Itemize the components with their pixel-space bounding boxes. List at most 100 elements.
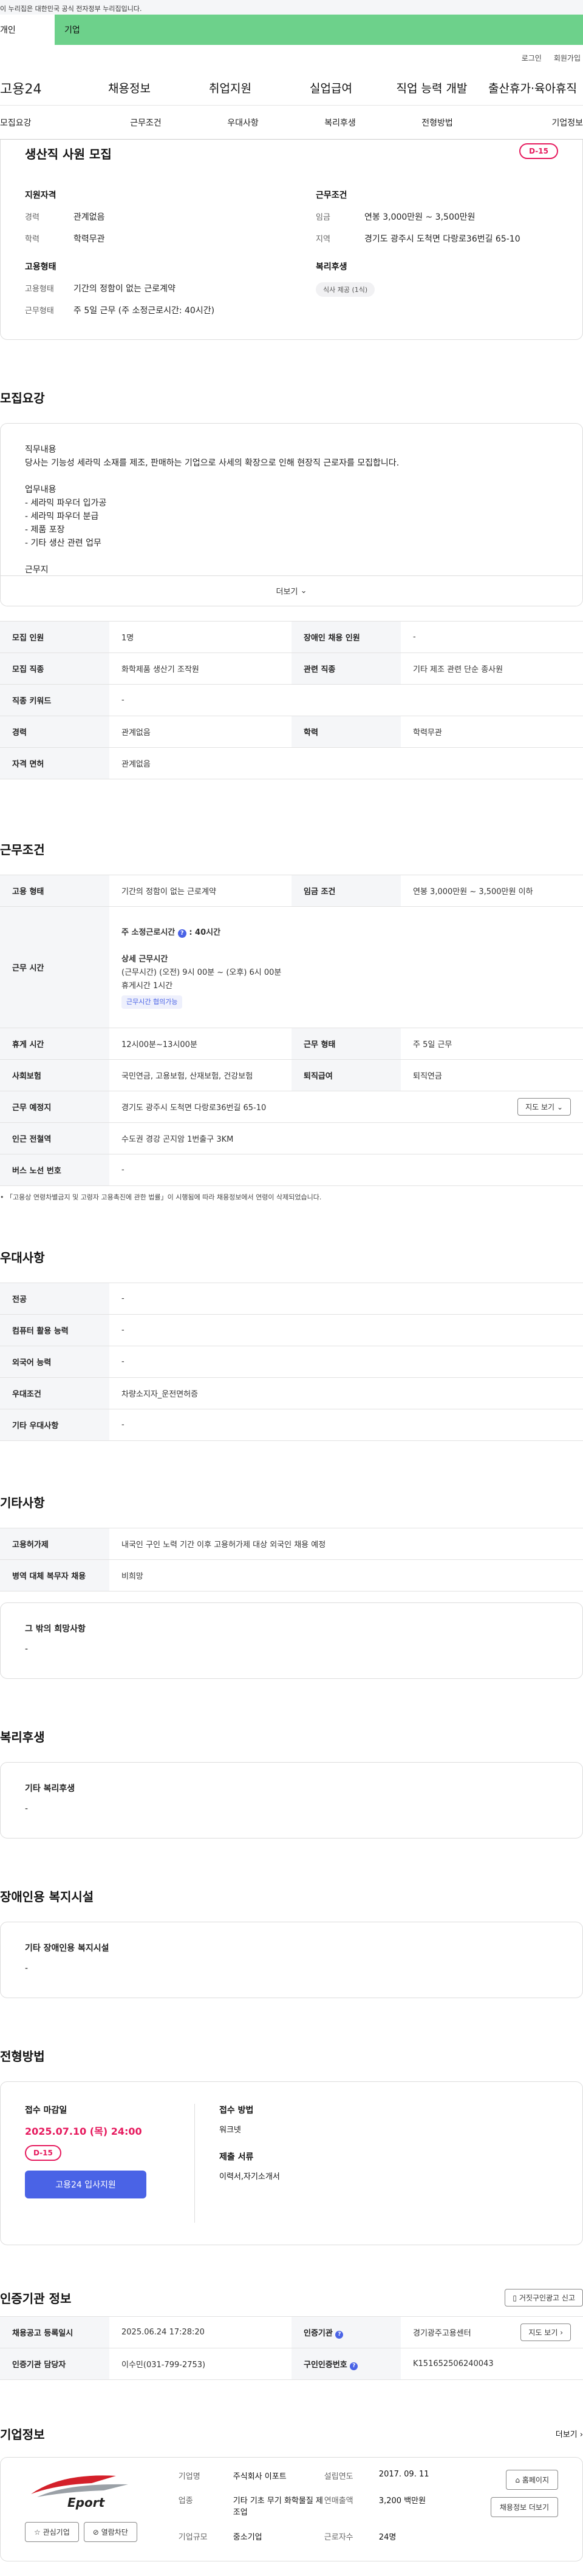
place-value: 경기도 광주시 도척면 다랑로36번길 65-10 <box>121 1103 267 1113</box>
gnb-item-leave[interactable]: 출산휴가·육아휴직 <box>482 80 583 96</box>
dday-badge: D-15 <box>519 143 558 159</box>
td: 기간의 정함이 없는 근로계약 <box>109 875 292 907</box>
th: 임금 조건 <box>292 875 401 907</box>
value: 24명 <box>378 2532 397 2542</box>
docs-value: 이력서,자기소개서 <box>219 2172 280 2181</box>
job-summary-card: 생산직 사원 모집 D-15 지원자격 경력 관계없음 학력 학력무관 고용형태 고… <box>0 140 583 340</box>
summary-employment: 고용형태 고용형태 기간의 정함이 없는 근로계약 근무형태 주 5일 근무 (주 … <box>25 260 267 316</box>
label: 연매출액 <box>324 2496 353 2506</box>
homepage-label: 홈페이지 <box>522 2476 549 2484</box>
more-jobs-button[interactable]: 채용정보 더보기 <box>490 2497 558 2517</box>
tab-conditions[interactable]: 근무조건 <box>97 117 194 129</box>
report-fake-ad-button[interactable]: ▯ 거짓구인광고 신고 <box>505 2289 583 2307</box>
table-row: 버스 노선 번호 - <box>0 1154 583 1186</box>
td: 수도권 경강 곤지암 1번출구 3KM <box>109 1122 583 1154</box>
td: K151652506240043 <box>401 2348 583 2380</box>
etc-table: 고용허가제 내국인 구인 노력 기간 이후 고용허가제 대상 외국인 채용 예정 … <box>0 1528 583 1591</box>
table-row: 경력 관계없음 학력 학력무관 <box>0 716 583 748</box>
gnb-item-jobs[interactable]: 채용정보 <box>79 80 180 96</box>
table-row: 인증기관 담당자 이수민(031-799-2753) 구인인증번호 ? K151652… <box>0 2348 583 2380</box>
table-row: 휴게 시간 12시00분~13시00분 근무 형태 주 5일 근무 <box>0 1028 583 1060</box>
login-link[interactable]: 로그인 <box>522 53 542 63</box>
detail-hours-title: 상세 근무시간 <box>121 954 168 964</box>
pref-title: 우대사항 <box>0 1250 45 1265</box>
welfare-title: 복리후생 <box>0 1730 45 1744</box>
td: 퇴직연금 <box>401 1059 583 1091</box>
desc-line: 근무지 <box>25 565 49 575</box>
table-row: 직종 키워드 - <box>0 684 583 716</box>
gov-notice-text: 이 누리집은 대한민국 공식 전자정부 누리집입니다. <box>0 5 142 13</box>
tab-company[interactable]: 기업정보 <box>486 117 583 129</box>
th: 인증기관 담당자 <box>0 2348 109 2380</box>
block-button[interactable]: ⊘ 열람차단 <box>83 2522 137 2542</box>
box-value: - <box>25 1644 29 1654</box>
map-button[interactable]: 지도 보기 › <box>520 2323 571 2341</box>
apply-box: 접수 마감일 2025.07.10 (목) 24:00 D-15 고용24 입사… <box>0 2081 583 2245</box>
tab-process[interactable]: 전형방법 <box>389 117 486 129</box>
signup-link[interactable]: 회원가입 <box>554 53 581 63</box>
process-title: 전형방법 <box>0 2049 45 2064</box>
gnb-item-training[interactable]: 직업 능력 개발 <box>381 80 482 96</box>
label: 업종 <box>178 2496 193 2506</box>
method-label: 접수 방법 <box>219 2106 254 2115</box>
gnb-item-employment-support[interactable]: 취업지원 <box>180 80 281 96</box>
site-logo[interactable]: 고용24 <box>0 78 79 98</box>
tab-preferences[interactable]: 우대사항 <box>194 117 292 129</box>
tab-recruit[interactable]: 모집요강 <box>0 117 97 129</box>
welfare-chip: 식사 제공 (1식) <box>316 282 375 297</box>
value: 기타 기초 무기 화학물질 제조업 <box>233 2496 323 2518</box>
td: 학력무관 <box>401 716 583 748</box>
cert-number-label: 구인인증번호 <box>304 2360 347 2370</box>
th: 고용허가제 <box>0 1528 109 1560</box>
work-title: 근무조건 <box>0 842 45 857</box>
label: 기업명 <box>178 2472 200 2481</box>
th: 인근 전철역 <box>0 1122 109 1154</box>
td: 관계없음 <box>109 747 583 779</box>
info-icon[interactable]: ? <box>177 929 186 938</box>
detail-hours: (근무시간) (오전) 9시 00분 ~ (오후) 6시 00분 <box>121 968 282 977</box>
user-type-personal[interactable]: 개인 <box>0 15 55 45</box>
apply-button[interactable]: 고용24 입사지원 <box>25 2171 146 2198</box>
map-button[interactable]: 지도 보기 ⌄ <box>517 1098 571 1116</box>
job-title: 생산직 사원 모집 <box>25 147 112 161</box>
interest-company-button[interactable]: ☆ 관심기업 <box>25 2522 79 2542</box>
desc-line: 업무내용 <box>25 485 56 495</box>
deadline-label: 접수 마감일 <box>25 2106 67 2115</box>
table-row: 자격 면허 관계없음 <box>0 747 583 779</box>
more-button[interactable]: 더보기 ⌄ <box>1 575 582 606</box>
label: 근로자수 <box>324 2532 353 2542</box>
summary-welfare: 복리후생 식사 제공 (1식) <box>316 260 558 297</box>
desc-line: 당사는 기능성 세라믹 소재를 제조, 판매하는 기업으로 사세의 확장으로 인… <box>25 458 400 468</box>
gnb-item-unemployment-benefit[interactable]: 실업급여 <box>281 80 381 96</box>
table-row: 기타 우대사항 - <box>0 1409 583 1441</box>
work-table: 고용 형태 기간의 정함이 없는 근로계약 임금 조건 연봉 3,000만원 ~ 3,… <box>0 875 583 1186</box>
welfare-heading: 복리후생 <box>316 262 347 272</box>
desc-line: - 기타 생산 관련 업무 <box>25 538 101 548</box>
company-info-grid: 기업명 주식회사 이포트 설립연도 2017. 09. 11 업종 기타 기초 무기 화… <box>166 2470 464 2549</box>
th: 인증기관 ? <box>292 2316 401 2348</box>
label: 기업규모 <box>178 2532 208 2542</box>
th: 우대조건 <box>0 1377 109 1409</box>
table-row: 전공 - <box>0 1283 583 1315</box>
interest-label: 관심기업 <box>43 2528 70 2537</box>
rest-hours: 휴게시간 1시간 <box>121 981 173 991</box>
th: 기타 우대사항 <box>0 1409 109 1441</box>
th: 관련 직종 <box>292 652 401 685</box>
cond-heading: 근무조건 <box>316 191 347 200</box>
homepage-button[interactable]: ⌂ 홈페이지 <box>506 2470 558 2490</box>
th: 병역 대체 복무자 채용 <box>0 1559 109 1591</box>
th: 전공 <box>0 1283 109 1315</box>
user-type-company[interactable]: 기업 <box>55 15 583 45</box>
label: 임금 <box>316 213 330 222</box>
table-row: 모집 직종 화학제품 생산기 조작원 관련 직종 기타 제조 관련 단순 종사원 <box>0 652 583 685</box>
th: 모집 인원 <box>0 621 109 653</box>
tab-welfare[interactable]: 복리후생 <box>292 117 389 129</box>
td: 국민연금, 고용보험, 산재보험, 건강보험 <box>109 1059 292 1091</box>
info-icon[interactable]: ? <box>350 2362 358 2370</box>
value: 3,200 백만원 <box>378 2496 426 2506</box>
company-more-link[interactable]: 더보기 › <box>556 2428 583 2439</box>
table-row: 인근 전철역 수도권 경강 곤지암 1번출구 3KM <box>0 1122 583 1154</box>
th: 근무 시간 <box>0 906 109 1028</box>
pref-table: 전공 - 컴퓨터 활용 능력 - 외국어 능력 - 우대조건 차량소지자_운전면허증 기… <box>0 1283 583 1441</box>
info-icon[interactable]: ? <box>335 2330 344 2339</box>
